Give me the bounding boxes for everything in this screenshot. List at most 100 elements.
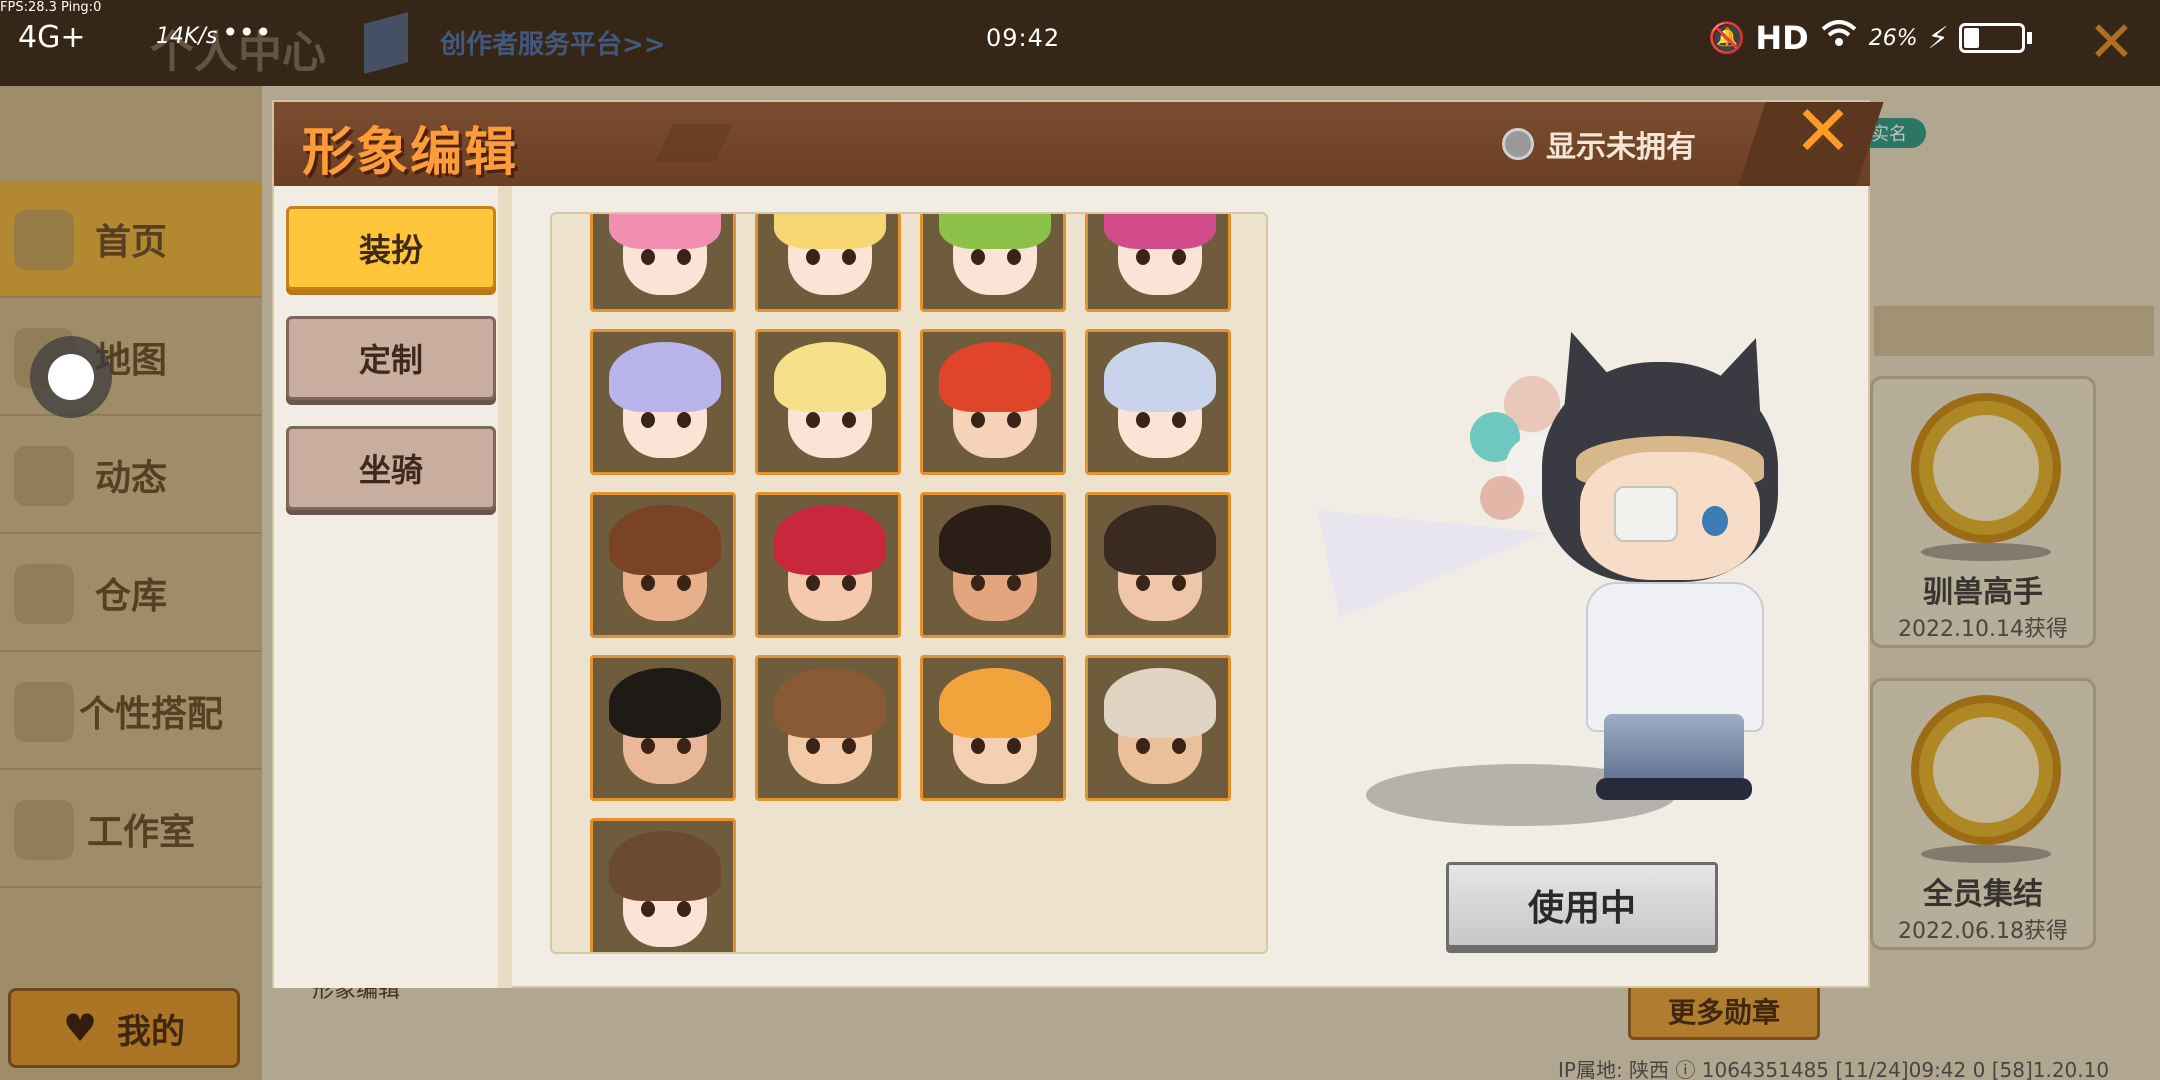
avatar-thumbnail[interactable] (755, 492, 901, 638)
avatar-eye (641, 575, 655, 591)
avatar-grid[interactable] (550, 212, 1268, 954)
avatar-hair (774, 505, 886, 575)
avatar-eye (677, 901, 691, 917)
avatar-eye (842, 738, 856, 754)
character-hoodie (1586, 582, 1764, 732)
avatar-thumbnail[interactable] (590, 492, 736, 638)
avatar-eye (842, 249, 856, 265)
avatar-edit-modal: 形象编辑 显示未拥有 ✕ 装扮 定制 坐骑 使用中 (272, 96, 1884, 988)
avatar-eye (1136, 249, 1150, 265)
avatar-hair (939, 214, 1051, 249)
clock: 09:42 (986, 24, 1061, 52)
avatar-eye (971, 738, 985, 754)
show-unowned-label: 显示未拥有 (1546, 130, 1696, 165)
avatar-thumbnail[interactable] (920, 329, 1066, 475)
avatar-hair (774, 342, 886, 412)
eye-patch (1614, 486, 1678, 542)
avatar-eye (806, 412, 820, 428)
avatar-hair (939, 342, 1051, 412)
avatar-hair (609, 668, 721, 738)
character-pants (1604, 714, 1744, 784)
avatar-hair (609, 342, 721, 412)
character-shoes (1596, 778, 1752, 800)
avatar-thumbnail[interactable] (590, 655, 736, 801)
charging-icon: ⚡ (1927, 20, 1949, 56)
avatar-eye (1136, 738, 1150, 754)
avatar-eye (1007, 575, 1021, 591)
avatar-hair (609, 214, 721, 249)
avatar-hair (1104, 505, 1216, 575)
avatar-eye (1172, 249, 1186, 265)
in-use-button[interactable]: 使用中 (1446, 862, 1718, 948)
avatar-hair (939, 668, 1051, 738)
avatar-eye (1136, 412, 1150, 428)
battery-icon (1958, 23, 2025, 53)
signal-indicator: 4G+ (18, 20, 86, 55)
avatar-eye (641, 249, 655, 265)
hd-indicator: HD (1755, 19, 1809, 57)
avatar-thumbnail[interactable] (1085, 214, 1231, 312)
tab-outfit[interactable]: 装扮 (286, 206, 496, 290)
avatar-thumbnail[interactable] (920, 492, 1066, 638)
mute-icon: 🔕 (1708, 20, 1746, 56)
avatar-eye (806, 575, 820, 591)
avatar-thumbnail[interactable] (755, 655, 901, 801)
avatar-eye (1007, 249, 1021, 265)
floating-assist-button[interactable] (30, 336, 112, 418)
modal-header: 形象编辑 显示未拥有 ✕ (274, 96, 1884, 186)
avatar-eye (1172, 412, 1186, 428)
more-dots: ••• (222, 16, 272, 49)
avatar-hair (774, 214, 886, 249)
tab-custom[interactable]: 定制 (286, 316, 496, 400)
avatar-thumbnail[interactable] (590, 329, 736, 475)
wifi-icon (1819, 19, 1859, 57)
avatar-thumbnail[interactable] (920, 214, 1066, 312)
avatar-hair (1104, 342, 1216, 412)
avatar-eye (1136, 575, 1150, 591)
avatar-thumbnail[interactable] (590, 818, 736, 952)
avatar-eye (1007, 412, 1021, 428)
status-bar: FPS:28.3 Ping:0 4G+ 14K/s ••• 09:42 🔕 HD… (0, 0, 2160, 72)
avatar-thumbnail[interactable] (590, 214, 736, 312)
avatar-hair (774, 668, 886, 738)
fps-readout: FPS:28.3 Ping:0 (0, 0, 102, 15)
avatar-eye (1007, 738, 1021, 754)
modal-title: 形象编辑 (302, 123, 519, 183)
avatar-eye (1172, 575, 1186, 591)
avatar-hair (1104, 214, 1216, 249)
avatar-hair (939, 505, 1051, 575)
avatar-thumbnail[interactable] (920, 655, 1066, 801)
character-eye (1702, 506, 1728, 536)
avatar-eye (842, 575, 856, 591)
avatar-thumbnail[interactable] (1085, 655, 1231, 801)
avatar-eye (677, 738, 691, 754)
avatar-eye (677, 575, 691, 591)
avatar-eye (806, 249, 820, 265)
avatar-thumbnail[interactable] (1085, 329, 1231, 475)
status-right: 🔕 HD 26% ⚡ (1708, 18, 2032, 58)
battery-percent: 26% (1868, 25, 1918, 51)
avatar-eye (641, 901, 655, 917)
avatar-eye (677, 249, 691, 265)
avatar-eye (971, 412, 985, 428)
close-icon[interactable]: ✕ (1788, 96, 1858, 166)
show-unowned-toggle[interactable]: 显示未拥有 (1502, 122, 1696, 166)
tab-mount[interactable]: 坐骑 (286, 426, 496, 510)
avatar-thumbnail[interactable] (755, 214, 901, 312)
avatar-eye (641, 738, 655, 754)
avatar-eye (842, 412, 856, 428)
avatar-eye (971, 575, 985, 591)
radio-icon[interactable] (1502, 128, 1534, 160)
avatar-thumbnail[interactable] (1085, 492, 1231, 638)
character-preview: 使用中 (1274, 186, 1870, 988)
avatar-eye (677, 412, 691, 428)
network-speed: 14K/s (156, 24, 218, 49)
avatar-eye (971, 249, 985, 265)
avatar-eye (806, 738, 820, 754)
avatar-hair (1104, 668, 1216, 738)
avatar-eye (641, 412, 655, 428)
battery-tip (2026, 32, 2032, 44)
avatar-eye (1172, 738, 1186, 754)
avatar-thumbnail[interactable] (755, 329, 901, 475)
tab-column: 装扮 定制 坐骑 (274, 186, 512, 988)
